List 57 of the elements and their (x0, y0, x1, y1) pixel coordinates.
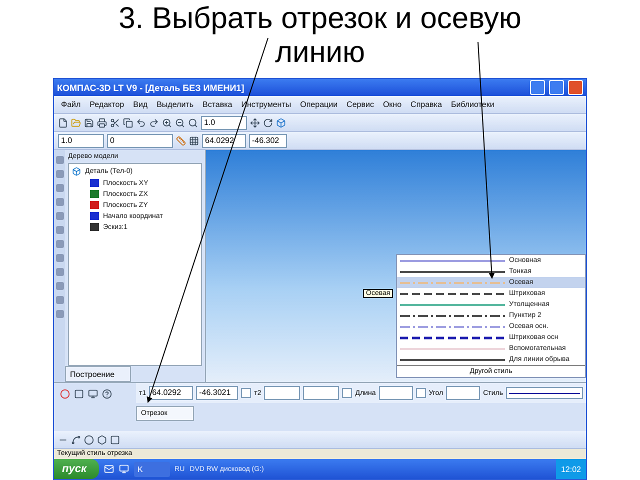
square-icon[interactable] (74, 389, 84, 399)
grid-icon[interactable] (189, 136, 199, 146)
menu-item[interactable]: Вставка (200, 100, 236, 109)
menu-item[interactable]: Сервис (344, 100, 377, 109)
y-coordinate-field[interactable]: -46.302 (249, 134, 287, 148)
point-y-field[interactable] (303, 386, 340, 400)
cube-icon[interactable] (276, 118, 286, 128)
close-button[interactable] (568, 80, 583, 95)
stop-icon[interactable] (60, 389, 70, 399)
rectangle-icon[interactable] (110, 434, 120, 444)
save-icon[interactable] (84, 118, 94, 128)
new-file-icon[interactable] (58, 118, 68, 128)
undo-icon[interactable] (136, 118, 146, 128)
circle-icon[interactable] (84, 434, 94, 444)
checkbox[interactable] (342, 388, 352, 398)
menu-item[interactable]: Операции (297, 100, 341, 109)
window-title: КОМПАС-3D LT V9 - [Деталь БЕЗ ИМЕНИ1] (57, 82, 246, 92)
monitor-icon[interactable] (118, 464, 129, 474)
slide-title: 3. Выбрать отрезок и осевую линию (118, 1, 522, 71)
move-icon[interactable] (250, 118, 260, 128)
state-field[interactable]: 0 (107, 134, 173, 148)
taskbar-button[interactable]: K (134, 462, 170, 476)
copy-icon[interactable] (123, 118, 133, 128)
minimize-button[interactable] (530, 80, 545, 95)
scale-field[interactable]: 1.0 (201, 116, 247, 130)
scissors-icon[interactable] (110, 118, 120, 128)
zoom-in-icon[interactable] (162, 118, 172, 128)
menu-item[interactable]: Окно (380, 100, 405, 109)
rotate-icon[interactable] (263, 118, 273, 128)
spline-icon[interactable] (71, 434, 81, 444)
part-icon (72, 167, 81, 176)
mail-icon[interactable] (104, 464, 114, 474)
search-icon[interactable] (188, 118, 198, 128)
menu-item[interactable]: Вид (130, 100, 151, 109)
point-x-field[interactable]: 64.0292 (149, 386, 194, 400)
checkbox[interactable] (241, 388, 252, 398)
redo-icon[interactable] (149, 118, 159, 128)
printer-icon[interactable] (97, 118, 107, 128)
clock: 12:02 (560, 464, 581, 474)
point-x-field[interactable] (264, 386, 300, 400)
maximize-button[interactable] (549, 80, 564, 95)
length-field[interactable] (378, 386, 413, 400)
zoom-out-icon[interactable] (175, 118, 185, 128)
help-icon[interactable] (102, 389, 112, 399)
monitor-icon[interactable] (88, 389, 98, 399)
layer-field[interactable]: 1.0 (58, 134, 104, 148)
menu-item[interactable]: Редактор (86, 100, 128, 109)
menu-item[interactable]: Файл (58, 100, 84, 109)
x-coordinate-field[interactable]: 64.0292 (202, 134, 246, 148)
menu-item[interactable]: Справка (408, 100, 445, 109)
menu-item[interactable]: Выделить (154, 100, 196, 109)
point-y-field[interactable]: -46.3021 (196, 386, 238, 400)
angle-field[interactable] (446, 386, 480, 400)
checkbox[interactable] (416, 388, 426, 398)
panel-tab[interactable]: Построение (65, 366, 131, 382)
polygon-icon[interactable] (97, 434, 107, 444)
style-field[interactable] (506, 387, 583, 399)
